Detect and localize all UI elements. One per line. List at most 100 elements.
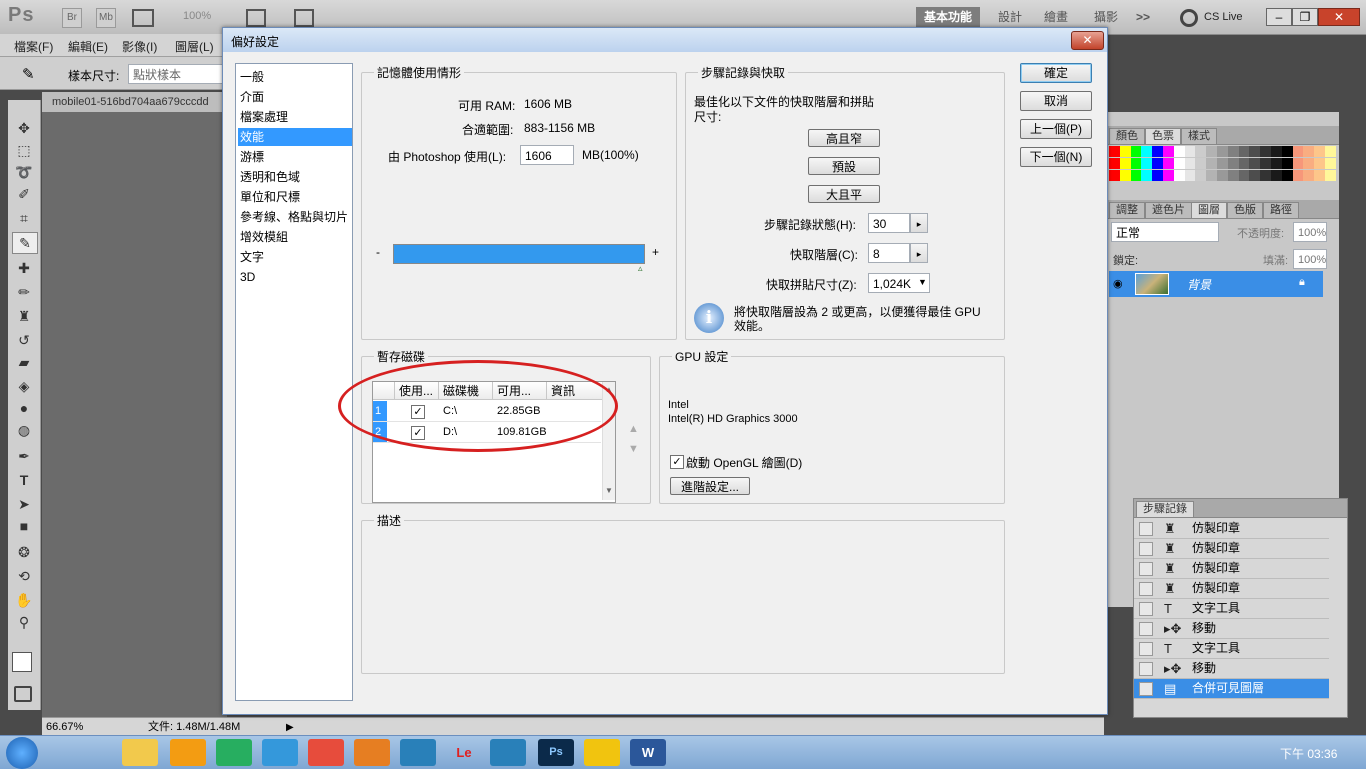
color-swatch[interactable] [1195,158,1207,169]
color-swatch[interactable] [1292,158,1304,169]
swatch-grid[interactable] [1109,146,1337,182]
menu-file[interactable]: 檔案(F) [14,38,53,55]
cs-live-button[interactable]: CS Live [1204,11,1243,23]
stamp-tool-icon[interactable]: ♜ [12,306,36,326]
history-snapshot-checkbox[interactable] [1139,562,1153,576]
tab-styles[interactable]: 樣式 [1181,128,1217,144]
photoshop-taskbar-icon[interactable]: Ps [538,739,574,766]
tab-paths[interactable]: 路徑 [1263,202,1299,218]
color-swatch[interactable] [1303,146,1315,157]
color-swatch[interactable] [1141,170,1153,181]
color-swatch[interactable] [1152,146,1164,157]
color-swatch[interactable] [1184,158,1196,169]
word-taskbar-icon[interactable]: W [630,739,666,766]
color-swatch[interactable] [1141,146,1153,157]
color-swatch[interactable] [1217,158,1228,169]
le-taskbar-icon[interactable]: Le [446,739,482,766]
app2-taskbar-icon[interactable] [584,739,620,766]
color-swatch[interactable] [1260,170,1272,181]
scroll-down-icon[interactable]: ▼ [605,486,613,495]
color-swatch[interactable] [1271,146,1282,157]
tab-layers[interactable]: 圖層 [1191,202,1227,218]
history-snapshot-checkbox[interactable] [1139,682,1153,696]
color-swatch[interactable] [1303,170,1315,181]
history-step[interactable]: T 文字工具 [1134,639,1329,659]
category-item[interactable]: 單位和尺標 [238,188,352,206]
default-cache-button[interactable]: 預設 [808,157,880,175]
shape-tool-icon[interactable]: ■ [12,516,36,536]
minimize-button[interactable]: – [1266,8,1292,26]
type-tool-icon[interactable]: T [12,470,36,490]
tall-thin-button[interactable]: 高且窄 [808,129,880,147]
tile-size-chevron-down-icon[interactable]: ▼ [918,277,927,287]
arrange-documents-icon[interactable] [246,9,266,27]
crop-tool-icon[interactable]: ⌗ [12,208,36,228]
dialog-close-button[interactable]: ✕ [1071,31,1104,50]
ie2-taskbar-icon[interactable] [490,739,526,766]
color-swatch[interactable] [1271,170,1282,181]
tab-adjustments[interactable]: 調整 [1109,202,1145,218]
eyedropper-icon[interactable]: ✎ [22,65,35,83]
clock[interactable]: 下午 03:36 [1280,745,1337,762]
lasso-tool-icon[interactable]: ➰ [12,162,36,182]
category-item[interactable]: 效能 [238,128,352,146]
hand-tool-icon[interactable]: ✋ [12,590,36,610]
color-swatch[interactable] [1206,170,1218,181]
color-swatch[interactable] [1130,158,1142,169]
category-item[interactable]: 參考線、格點與切片 [238,208,352,226]
explorer-taskbar-icon[interactable] [122,739,158,766]
start-button[interactable] [6,737,38,769]
history-states-input[interactable]: 30 [868,213,910,233]
big-flat-button[interactable]: 大且平 [808,185,880,203]
color-swatch[interactable] [1281,170,1293,181]
opacity-input[interactable]: 100% [1293,222,1327,242]
restore-button[interactable]: ❐ [1292,8,1318,26]
color-swatch[interactable] [1130,146,1142,157]
history-step[interactable]: ▤ 合併可見圖層 [1134,679,1329,699]
color-swatch[interactable] [1130,170,1142,181]
photoshop-use-input[interactable]: 1606 [520,145,574,165]
foreground-color-swatch[interactable] [12,652,32,672]
color-swatch[interactable] [1260,158,1272,169]
move-down-arrow-icon[interactable]: ▼ [628,443,639,455]
ram-slider-thumb[interactable]: ▵ [638,263,643,274]
eye-visibility-icon[interactable]: ◉ [1113,277,1123,290]
app-taskbar-icon[interactable] [262,739,298,766]
category-item[interactable]: 文字 [238,248,352,266]
eyedropper-tool-icon[interactable]: ✎ [12,232,38,254]
history-snapshot-checkbox[interactable] [1139,602,1153,616]
color-swatch[interactable] [1109,170,1120,181]
color-swatch[interactable] [1206,158,1218,169]
color-swatch[interactable] [1249,170,1261,181]
color-swatch[interactable] [1141,158,1153,169]
color-swatch[interactable] [1238,170,1250,181]
tab-swatches[interactable]: 色票 [1145,128,1181,144]
move-tool-icon[interactable]: ✥ [12,118,36,138]
minibridge-button[interactable]: Mb [96,8,116,28]
color-swatch[interactable] [1119,170,1131,181]
3d-rotate-tool-icon[interactable]: ❂ [12,542,36,562]
color-swatch[interactable] [1325,146,1336,157]
view-extras-icon[interactable] [132,9,154,27]
color-swatch[interactable] [1217,170,1228,181]
blur-tool-icon[interactable]: ● [12,398,36,418]
history-step[interactable]: ▸✥ 移動 [1134,619,1329,639]
color-swatch[interactable] [1281,146,1293,157]
eraser-tool-icon[interactable]: ▰ [12,352,36,372]
quick-mask-icon[interactable] [14,686,32,702]
color-swatch[interactable] [1217,146,1228,157]
color-swatch[interactable] [1152,158,1164,169]
color-swatch[interactable] [1184,170,1196,181]
cancel-button[interactable]: 取消 [1020,91,1092,111]
history-states-spinner[interactable]: ▸ [910,213,928,233]
color-swatch[interactable] [1238,158,1250,169]
blend-mode-select[interactable]: 正常 [1111,222,1219,242]
tab-channels[interactable]: 色版 [1227,202,1263,218]
color-swatch[interactable] [1249,158,1261,169]
color-swatch[interactable] [1303,158,1315,169]
sample-size-select[interactable]: 點狀樣本 [128,64,224,84]
ram-slider-track[interactable] [393,244,645,264]
prev-button[interactable]: 上一個(P) [1020,119,1092,139]
history-step[interactable]: T 文字工具 [1134,599,1329,619]
color-swatch[interactable] [1184,146,1196,157]
